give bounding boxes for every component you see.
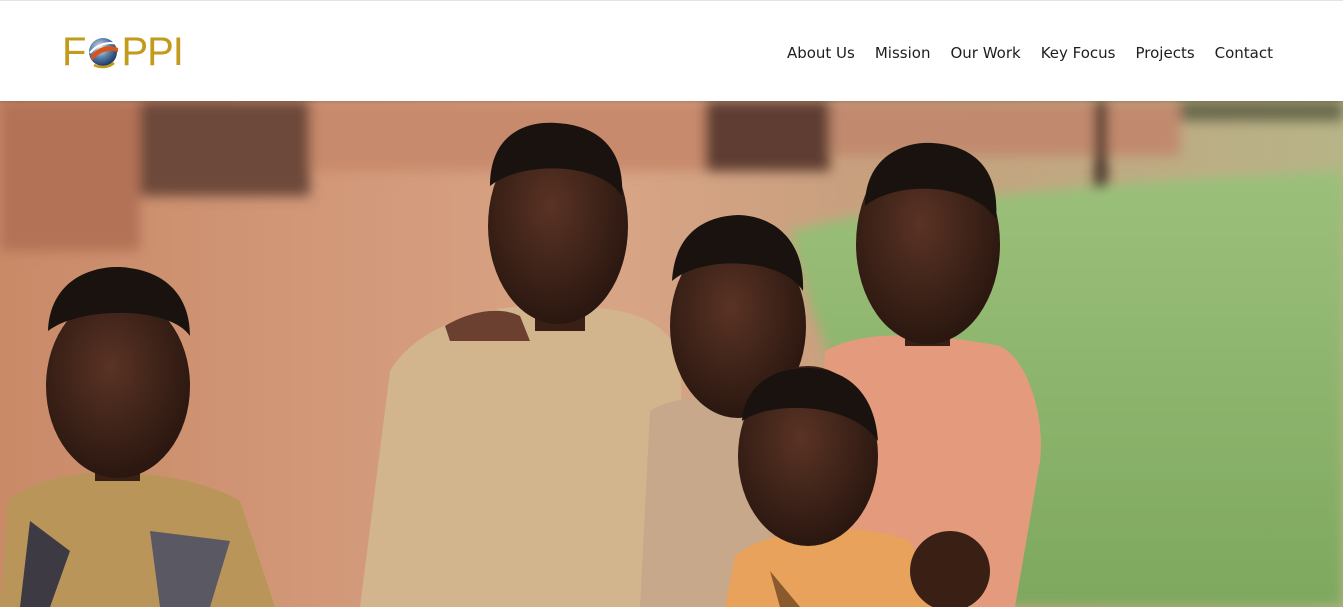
logo[interactable]: F PPI [62,30,184,74]
logo-wordmark: F PPI [62,30,184,74]
nav-about-us[interactable]: About Us [787,44,855,62]
nav-key-focus[interactable]: Key Focus [1041,44,1116,62]
logo-letter-f: F [62,30,86,74]
globe-icon [89,38,119,69]
nav-our-work[interactable]: Our Work [950,44,1020,62]
site-header: F PPI About Us Mission Our Work Key Focu… [0,0,1343,101]
hero-photo [0,101,1343,607]
nav-mission[interactable]: Mission [875,44,931,62]
nav-contact[interactable]: Contact [1215,44,1273,62]
hero-banner [0,101,1343,607]
logo-letters-ppi: PPI [121,30,183,74]
nav-projects[interactable]: Projects [1136,44,1195,62]
main-nav: About Us Mission Our Work Key Focus Proj… [787,41,1273,65]
